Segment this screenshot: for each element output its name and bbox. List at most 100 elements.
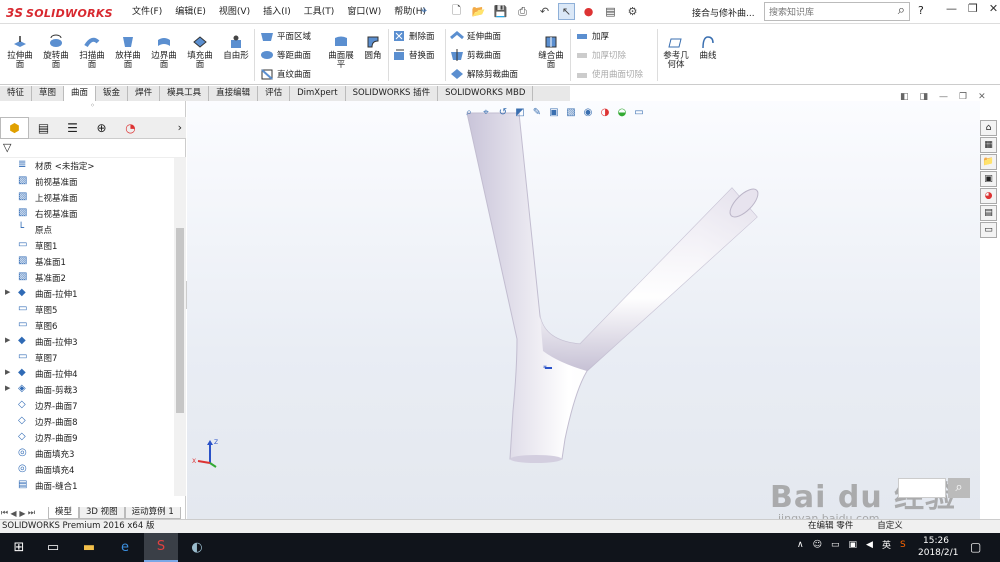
tab-weldments[interactable]: 焊件	[128, 86, 161, 101]
tree-item[interactable]: ◎ 曲面填充3	[0, 446, 174, 462]
rebuild-traffic-light-icon[interactable]: ●	[580, 3, 597, 20]
knit-surface-button[interactable]: 缝合曲面	[535, 34, 567, 70]
custom-properties-icon[interactable]: ▤	[980, 205, 997, 221]
untrim-surface-button[interactable]: 解除剪裁曲面	[450, 67, 518, 81]
ime-indicator[interactable]: 英	[882, 538, 891, 551]
tab-motion-study[interactable]: 运动算例 1	[124, 507, 181, 519]
curves-button[interactable]: 曲线	[692, 34, 724, 61]
forum-icon[interactable]: ▭	[980, 222, 997, 238]
first-tab-icon[interactable]: ⏮	[0, 508, 9, 518]
windows-start-icon[interactable]: ⊞	[2, 533, 36, 562]
thicken-cut-button[interactable]: 加厚切除	[575, 48, 626, 62]
system-clock[interactable]: 15:26 2018/2/1	[918, 535, 958, 559]
replace-face-button[interactable]: 替换面	[392, 48, 435, 62]
chevron-right-icon[interactable]: ›	[178, 121, 182, 134]
tree-item[interactable]: ▶ ◈ 曲面-剪裁3	[0, 382, 174, 398]
new-document-icon[interactable]: 🗋	[448, 3, 465, 20]
tree-item[interactable]: ▭ 草图6	[0, 318, 174, 334]
battery-icon[interactable]: ▭	[831, 540, 840, 550]
menu-file[interactable]: 文件(F)	[132, 4, 162, 17]
tree-item[interactable]: ◇ 边界-曲面7	[0, 398, 174, 414]
menu-window[interactable]: 窗口(W)	[347, 4, 381, 17]
print-icon[interactable]: ⎙	[514, 3, 531, 20]
tree-item[interactable]: ◇ 边界-曲面8	[0, 414, 174, 430]
menu-view[interactable]: 视图(V)	[219, 4, 250, 17]
reference-geometry-button[interactable]: 参考几何体	[660, 34, 692, 70]
network-icon[interactable]: ▣	[849, 540, 858, 550]
tree-scrollbar[interactable]	[174, 158, 186, 496]
section-view-icon[interactable]: ◩	[513, 106, 527, 119]
appearances-icon[interactable]: ◕	[980, 188, 997, 204]
feature-manager-tab-icon[interactable]: ⬢	[0, 116, 29, 139]
last-tab-icon[interactable]: ⏭	[27, 508, 36, 518]
display-manager-tab-icon[interactable]: ◔	[116, 117, 145, 139]
tree-item[interactable]: ▭ 草图1	[0, 238, 174, 254]
select-cursor-icon[interactable]: ↖	[558, 3, 575, 20]
expand-arrow-icon[interactable]: ▶	[5, 384, 10, 392]
action-center-icon[interactable]: ▢	[970, 540, 981, 554]
viewport-nav-left-icon[interactable]: ◧	[900, 92, 909, 102]
solidworks-taskbar-icon[interactable]: S	[144, 533, 178, 562]
fillet-button[interactable]: 圆角	[357, 34, 389, 61]
app-taskbar-icon[interactable]: ◐	[180, 533, 214, 562]
ruled-surface-button[interactable]: 直纹曲面	[260, 67, 311, 81]
undo-icon[interactable]: ↶	[536, 3, 553, 20]
tab-3d-views[interactable]: 3D 视图	[79, 507, 125, 519]
tab-sketch[interactable]: 草图	[32, 86, 65, 101]
status-units[interactable]: 自定义	[877, 520, 903, 533]
thicken-button[interactable]: 加厚	[575, 29, 609, 43]
tab-direct-editing[interactable]: 直接编辑	[209, 86, 259, 101]
view-settings-icon[interactable]: ▭	[632, 106, 646, 119]
volume-icon[interactable]: ◀	[866, 540, 873, 550]
view-orientation-icon[interactable]: ▣	[547, 106, 561, 119]
tree-item[interactable]: ▧ 基准面1	[0, 254, 174, 270]
tab-solidworks-mbd[interactable]: SOLIDWORKS MBD	[438, 86, 534, 101]
edge-browser-icon[interactable]: e	[108, 533, 142, 562]
tree-item[interactable]: ▭ 草图7	[0, 350, 174, 366]
expand-arrow-icon[interactable]: ▶	[5, 368, 10, 376]
hide-show-items-icon[interactable]: ◉	[581, 106, 595, 119]
expand-arrow-icon[interactable]: ▶	[5, 288, 10, 296]
panel-grip[interactable]: ◦	[0, 101, 185, 117]
tab-sheet-metal[interactable]: 钣金	[96, 86, 129, 101]
search-icon[interactable]: ⌕	[898, 3, 905, 18]
help-icon[interactable]: ?	[918, 4, 924, 17]
menu-insert[interactable]: 插入(I)	[263, 4, 291, 17]
tree-item[interactable]: ▶ ◆ 曲面-拉伸3	[0, 334, 174, 350]
viewport-minimize-icon[interactable]: —	[939, 92, 948, 102]
menu-tools[interactable]: 工具(T)	[304, 4, 335, 17]
planar-surface-button[interactable]: 平面区域	[260, 29, 311, 43]
lofted-surface-button[interactable]: 放样曲面	[112, 34, 144, 70]
revolved-surface-button[interactable]: 旋转曲面	[40, 34, 72, 70]
tree-item[interactable]: ▭ 草图5	[0, 302, 174, 318]
chevron-up-icon[interactable]: ∧	[797, 540, 804, 550]
file-properties-icon[interactable]: ▤	[602, 3, 619, 20]
restore-icon[interactable]: ❐	[968, 2, 978, 15]
tab-dimxpert[interactable]: DimXpert	[290, 86, 346, 101]
freeform-button[interactable]: 自由形	[220, 34, 252, 61]
delete-face-button[interactable]: 删除面	[392, 29, 435, 43]
pin-icon[interactable]: ⌖	[421, 4, 427, 18]
tree-item[interactable]: └ 原点	[0, 222, 174, 238]
view-palette-icon[interactable]: ▣	[980, 171, 997, 187]
close-icon[interactable]: ✕	[989, 2, 998, 15]
tree-item[interactable]: ▧ 右视基准面	[0, 206, 174, 222]
trim-surface-button[interactable]: 剪裁曲面	[450, 48, 501, 62]
tab-mold-tools[interactable]: 模具工具	[160, 86, 210, 101]
previous-view-icon[interactable]: ↺	[496, 106, 510, 119]
solidworks-logo[interactable]: 3S SOLIDWORKS	[6, 5, 113, 21]
file-explorer-taskbar-icon[interactable]: ▬	[72, 533, 106, 562]
tree-item[interactable]: ≣ 材质 <未指定>	[0, 158, 174, 174]
viewport-restore-icon[interactable]: ❐	[959, 92, 967, 102]
expand-arrow-icon[interactable]: ▶	[5, 336, 10, 344]
tree-item[interactable]: ◎ 曲面填充4	[0, 462, 174, 478]
tree-item[interactable]: ▤ 曲面-缝合1	[0, 478, 174, 494]
scrollbar-thumb[interactable]	[176, 228, 184, 413]
tree-item[interactable]: ▶ ◆ 曲面-拉伸1	[0, 286, 174, 302]
sogou-ime-icon[interactable]: S	[900, 540, 906, 550]
tab-features[interactable]: 特征	[0, 86, 33, 101]
extruded-surface-button[interactable]: 拉伸曲面	[4, 34, 36, 70]
people-icon[interactable]: ☺	[813, 540, 822, 550]
prev-tab-icon[interactable]: ◀	[9, 509, 18, 518]
tree-item[interactable]: ▧ 上视基准面	[0, 190, 174, 206]
